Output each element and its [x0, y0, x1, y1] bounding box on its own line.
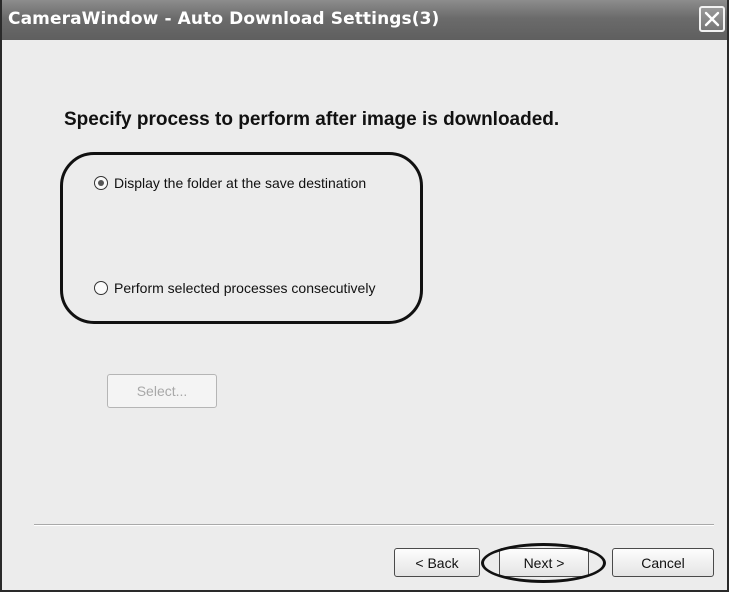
option-display-folder[interactable]: Display the folder at the save destinati… — [94, 173, 366, 193]
next-button-highlight-outline — [481, 543, 606, 583]
back-button[interactable]: < Back — [394, 548, 480, 577]
option-perform-processes[interactable]: Perform selected processes consecutively — [94, 278, 375, 298]
close-icon — [704, 11, 720, 27]
title-bar[interactable]: CameraWindow - Auto Download Settings(3) — [2, 0, 727, 40]
window-title: CameraWindow - Auto Download Settings(3) — [8, 9, 440, 29]
footer-separator — [34, 524, 714, 526]
select-button[interactable]: Select... — [107, 374, 217, 408]
radio-button-selected[interactable] — [94, 176, 108, 190]
close-button[interactable] — [699, 6, 725, 32]
option-label: Display the folder at the save destinati… — [114, 175, 367, 191]
cancel-button[interactable]: Cancel — [612, 548, 714, 577]
radio-button-unselected[interactable] — [94, 281, 108, 295]
dialog-window: CameraWindow - Auto Download Settings(3)… — [0, 0, 729, 592]
instruction-heading: Specify process to perform after image i… — [64, 109, 560, 130]
option-label: Perform selected processes consecutively — [114, 280, 376, 296]
